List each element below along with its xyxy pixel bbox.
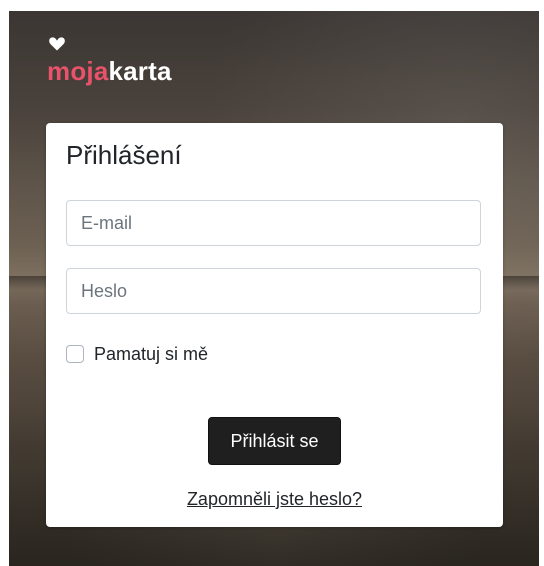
login-button[interactable]: Přihlásit se <box>208 417 341 465</box>
brand-wordmark: mojakarta <box>47 57 172 85</box>
brand-wordmark-karta: karta <box>108 56 172 86</box>
remember-me-checkbox[interactable] <box>66 345 84 363</box>
email-field[interactable] <box>66 200 481 246</box>
forgot-password-link[interactable]: Zapomněli jste heslo? <box>46 489 503 510</box>
brand-logo: mojakarta <box>47 37 217 87</box>
remember-me-label: Pamatuj si mě <box>94 343 209 364</box>
brand-wordmark-moja: moja <box>47 56 109 86</box>
heart-icon <box>49 37 65 51</box>
login-title: Přihlášení <box>66 140 182 170</box>
password-field[interactable] <box>66 268 481 314</box>
remember-me-row[interactable]: Pamatuj si mě <box>66 342 208 366</box>
login-card: Přihlášení Pamatuj si mě Přihlásit se Za… <box>46 123 503 527</box>
